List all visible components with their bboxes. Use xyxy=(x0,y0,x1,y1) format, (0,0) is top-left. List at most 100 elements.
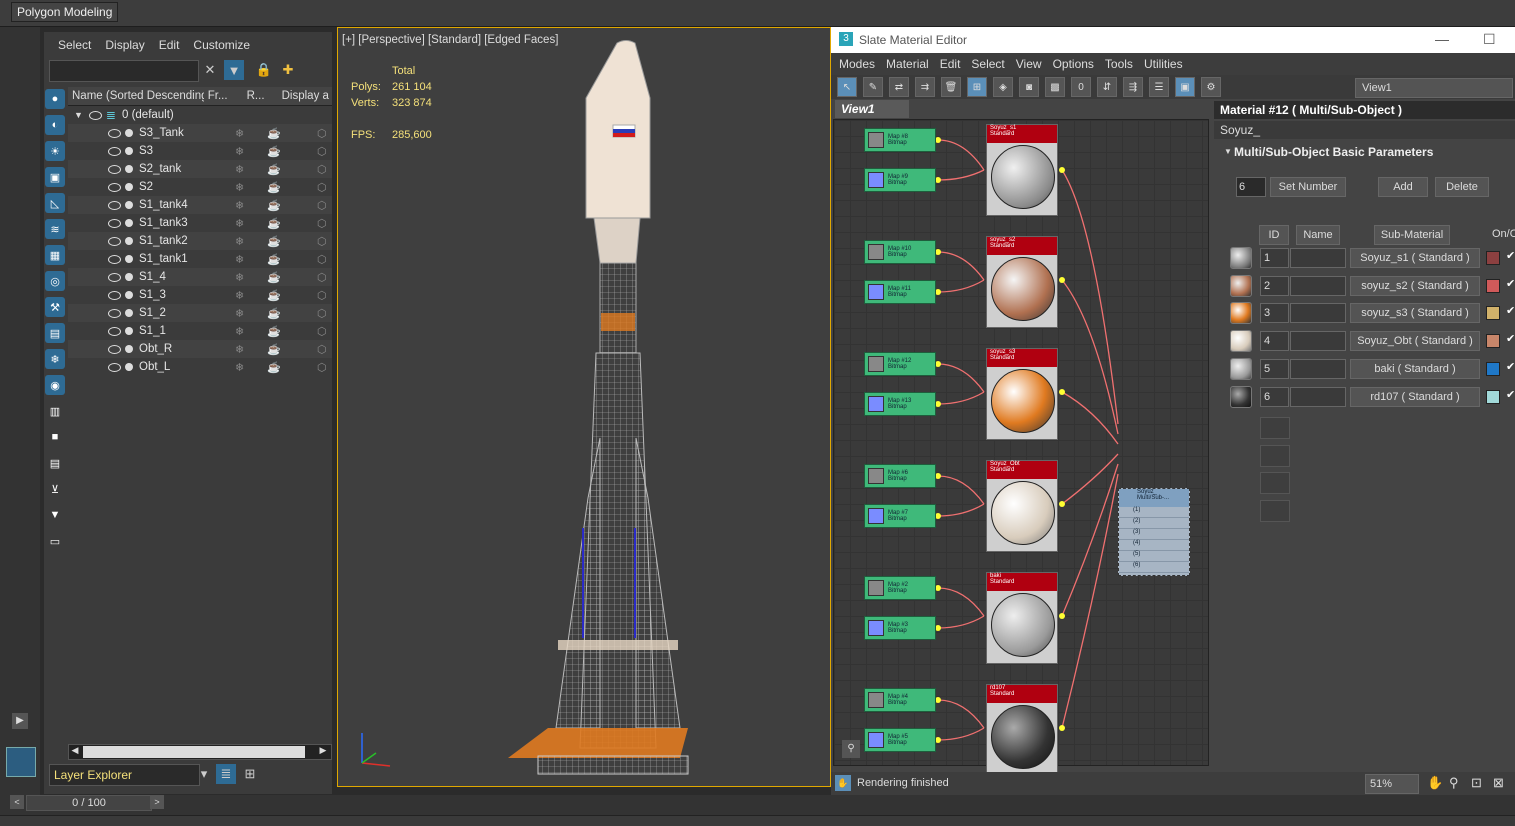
submaterial-color-swatch[interactable] xyxy=(1486,278,1500,293)
submaterial-id[interactable]: 1 xyxy=(1260,248,1289,268)
layer-row-default[interactable]: ▼ ≣ 0 (default) xyxy=(68,106,332,124)
submaterial-id[interactable]: 4 xyxy=(1260,331,1289,352)
visibility-eye-icon[interactable] xyxy=(108,218,121,228)
submaterial-name-field[interactable] xyxy=(1290,386,1346,407)
freeze-icon[interactable]: ❄ xyxy=(235,235,267,248)
bones-filter-icon[interactable]: ⚒ xyxy=(45,297,65,317)
display-all-icon[interactable]: ▥ xyxy=(45,401,65,421)
move-children-icon[interactable]: ⊞ xyxy=(967,77,987,97)
map-node[interactable]: Map #4 Bitmap xyxy=(864,688,936,712)
submaterial-row[interactable]: 1 Soyuz_s1 ( Standard ) ✔ xyxy=(1226,247,1515,269)
multi-node-slot[interactable]: (5) xyxy=(1119,551,1189,562)
put-to-scene-icon[interactable]: ⇄ xyxy=(889,77,909,97)
tab-view1[interactable]: View1 xyxy=(835,100,909,118)
renderable-teapot-icon[interactable]: ☕ xyxy=(267,289,317,302)
scroll-left-icon[interactable]: ◀ xyxy=(69,745,81,757)
object-row[interactable]: S1_tank1 ❄ ☕ ⬡ xyxy=(68,250,332,268)
menu-customize[interactable]: Customize xyxy=(193,38,250,52)
pick-material-icon[interactable]: ✎ xyxy=(863,77,883,97)
visibility-eye-icon[interactable] xyxy=(108,146,121,156)
rollout-title[interactable]: Multi/Sub-Object Basic Parameters xyxy=(1234,145,1433,159)
visibility-eye-icon[interactable] xyxy=(108,362,121,372)
invert-display-icon[interactable]: ▤ xyxy=(45,453,65,473)
map-node[interactable]: Map #5 Bitmap xyxy=(864,728,936,752)
background-icon[interactable]: ▩ xyxy=(1045,77,1065,97)
submaterial-name-field[interactable] xyxy=(1290,275,1346,296)
renderable-teapot-icon[interactable]: ☕ xyxy=(267,163,317,176)
freeze-icon[interactable]: ❄ xyxy=(235,289,267,302)
expand-arrow-icon[interactable]: ▶ xyxy=(12,713,28,729)
material-node[interactable]: soyuz_s3 Standard xyxy=(986,348,1058,440)
visibility-eye-icon[interactable] xyxy=(108,326,121,336)
filter-icon[interactable]: ▼ xyxy=(224,60,244,80)
submaterial-enabled-checkbox[interactable]: ✔ xyxy=(1506,332,1515,345)
renderable-teapot-icon[interactable]: ☕ xyxy=(267,361,317,374)
object-row[interactable]: S1_tank4 ❄ ☕ ⬡ xyxy=(68,196,332,214)
freeze-icon[interactable]: ❄ xyxy=(235,217,267,230)
renderable-teapot-icon[interactable]: ☕ xyxy=(267,199,317,212)
display-box-icon[interactable]: ⬡ xyxy=(317,127,327,140)
submaterial-row[interactable]: 2 soyuz_s2 ( Standard ) ✔ xyxy=(1226,274,1515,297)
menu-utilities[interactable]: Utilities xyxy=(1144,57,1183,71)
minimize-icon[interactable]: — xyxy=(1435,31,1449,47)
mini-viewport-icon[interactable] xyxy=(6,747,36,777)
map-node[interactable]: Map #10 Bitmap xyxy=(864,240,936,264)
helpers-filter-icon[interactable]: ◺ xyxy=(45,193,65,213)
submaterial-row[interactable]: 4 Soyuz_Obt ( Standard ) ✔ xyxy=(1226,330,1515,353)
submaterial-enabled-checkbox[interactable]: ✔ xyxy=(1506,360,1515,373)
zoom-region-icon[interactable]: ⊡ xyxy=(1471,775,1482,791)
submaterial-enabled-checkbox[interactable]: ✔ xyxy=(1506,249,1515,262)
cameras-filter-icon[interactable]: ▣ xyxy=(45,167,65,187)
object-row[interactable]: S1_3 ❄ ☕ ⬡ xyxy=(68,286,332,304)
submaterial-button[interactable]: Soyuz_s1 ( Standard ) xyxy=(1350,248,1480,268)
visibility-eye-icon[interactable] xyxy=(108,254,121,264)
display-box-icon[interactable]: ⬡ xyxy=(317,235,327,248)
submaterial-name-field[interactable] xyxy=(1290,331,1346,352)
submaterial-thumbnail[interactable] xyxy=(1230,302,1252,325)
frozen-filter-icon[interactable]: ❄ xyxy=(45,349,65,369)
submaterial-button[interactable]: rd107 ( Standard ) xyxy=(1350,386,1480,407)
display-none-icon[interactable]: ■ xyxy=(45,427,65,447)
hide-unused-icon[interactable]: ◈ xyxy=(993,77,1013,97)
visibility-eye-icon[interactable] xyxy=(108,200,121,210)
menu-tools[interactable]: Tools xyxy=(1105,57,1133,71)
freeze-icon[interactable]: ❄ xyxy=(235,361,267,374)
submaterial-color-swatch[interactable] xyxy=(1486,389,1500,404)
renderable-teapot-icon[interactable]: ☕ xyxy=(267,253,317,266)
zoom-icon[interactable]: ⚲ xyxy=(1449,775,1459,791)
submaterial-name-field[interactable] xyxy=(1290,248,1346,268)
funnel-icon[interactable]: ▼ xyxy=(45,505,65,525)
material-node[interactable]: Soyuz_Obt Standard xyxy=(986,460,1058,552)
freeze-icon[interactable]: ❄ xyxy=(235,181,267,194)
object-row[interactable]: S3 ❄ ☕ ⬡ xyxy=(68,142,332,160)
submaterial-header-button[interactable]: Sub-Material xyxy=(1374,225,1450,245)
menu-select[interactable]: Select xyxy=(971,57,1004,71)
submaterial-button[interactable]: soyuz_s2 ( Standard ) xyxy=(1350,275,1480,296)
next-frame-icon[interactable]: > xyxy=(150,795,164,809)
submaterial-thumbnail[interactable] xyxy=(1230,330,1252,353)
display-box-icon[interactable]: ⬡ xyxy=(317,343,327,356)
set-number-button[interactable]: Set Number xyxy=(1270,177,1346,197)
submaterial-enabled-checkbox[interactable]: ✔ xyxy=(1506,304,1515,317)
submaterial-name-field[interactable] xyxy=(1290,303,1346,324)
sort-by-layer-icon[interactable]: ≣ xyxy=(216,764,236,784)
material-node[interactable]: rd107 Standard xyxy=(986,684,1058,776)
display-box-icon[interactable]: ⬡ xyxy=(317,361,327,374)
submaterial-enabled-checkbox[interactable]: ✔ xyxy=(1506,388,1515,401)
freeze-icon[interactable]: ❄ xyxy=(235,253,267,266)
object-row[interactable]: S3_Tank ❄ ☕ ⬡ xyxy=(68,124,332,142)
submaterial-button[interactable]: Soyuz_Obt ( Standard ) xyxy=(1350,331,1480,352)
multi-node-slot[interactable]: (1) xyxy=(1119,507,1189,518)
clear-search-icon[interactable]: ✕ xyxy=(200,60,220,80)
submaterial-id[interactable]: 5 xyxy=(1260,358,1289,379)
spacewarps-filter-icon[interactable]: ≋ xyxy=(45,219,65,239)
multi-node-slot[interactable]: (4) xyxy=(1119,540,1189,551)
object-row[interactable]: S1_tank3 ❄ ☕ ⬡ xyxy=(68,214,332,232)
menu-display[interactable]: Display xyxy=(105,38,144,52)
maximize-icon[interactable]: ☐ xyxy=(1483,31,1496,48)
menu-select[interactable]: Select xyxy=(58,38,91,52)
menu-edit[interactable]: Edit xyxy=(940,57,961,71)
freeze-icon[interactable]: ❄ xyxy=(235,163,267,176)
material-count-input[interactable]: 6 xyxy=(1236,177,1266,197)
submaterial-thumbnail[interactable] xyxy=(1230,385,1252,408)
